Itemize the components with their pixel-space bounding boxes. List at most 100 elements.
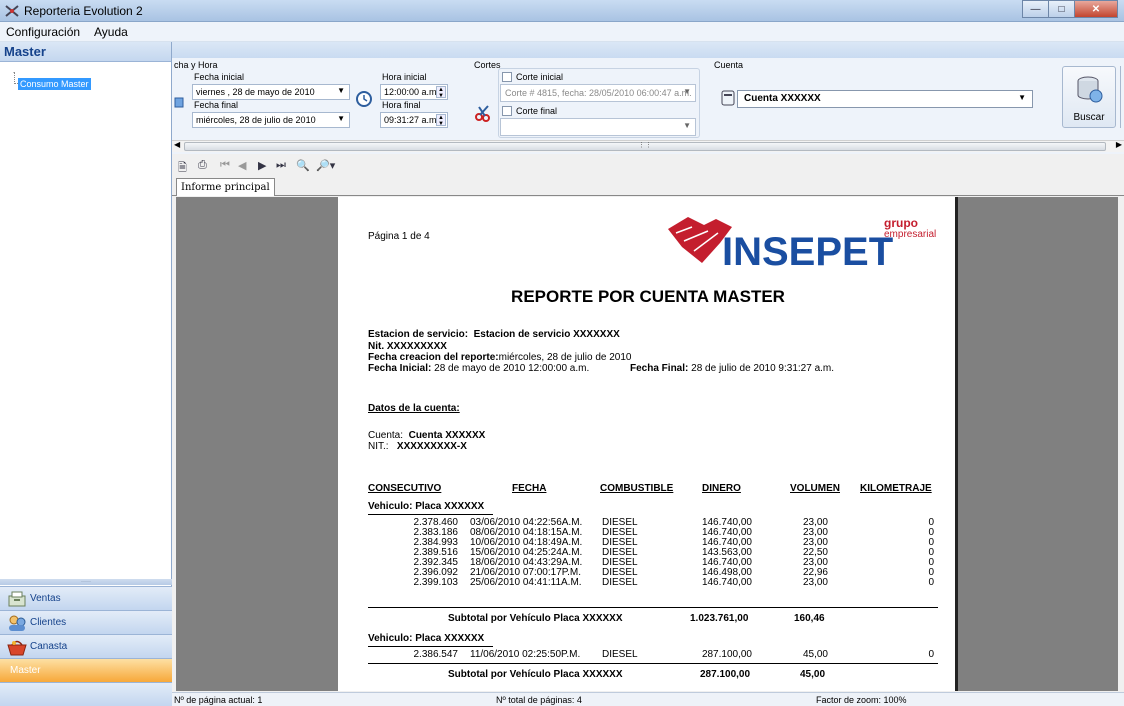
menu-bar: Configuración Ayuda [0, 22, 1124, 42]
basket-icon [7, 640, 27, 656]
chevron-down-icon: ▼ [337, 114, 345, 123]
fecha-creacion-line: Fecha creacion del reporte:miércoles, 28… [368, 352, 632, 363]
hora-inicial-input[interactable]: 12:00:00 a.m. ▲ ▼ [380, 84, 448, 100]
maximize-icon: □ [1058, 3, 1065, 15]
nav-ventas[interactable]: Ventas [0, 586, 172, 610]
scroll-right-icon[interactable]: ▶ [1116, 140, 1122, 149]
menu-ayuda[interactable]: Ayuda [94, 25, 128, 39]
scrollbar-thumb[interactable]: ⋮⋮ [184, 142, 1106, 151]
first-page-icon[interactable]: ⏮ [220, 159, 230, 172]
buscar-button[interactable]: Buscar [1062, 66, 1116, 128]
logo-sub-1: grupo [884, 216, 918, 230]
fecha-inicial-label: Fecha inicial [194, 72, 245, 82]
spinner-icon[interactable]: ▲ ▼ [436, 86, 446, 99]
chevron-down-icon: ▼ [337, 86, 345, 95]
spinner-icon[interactable]: ▲ ▼ [436, 114, 446, 127]
hora-inicial-label: Hora inicial [382, 72, 427, 82]
status-total-paginas: Nº total de páginas: 4 [496, 695, 582, 705]
cell-combustible: DIESEL [602, 577, 638, 588]
pane-header: Master [0, 42, 171, 62]
column-header-consecutivo: CONSECUTIVO [368, 483, 442, 494]
find-icon[interactable]: 🔍 [296, 159, 310, 172]
maximize-button[interactable]: □ [1048, 0, 1075, 18]
toolbar-edge [1120, 66, 1124, 128]
report-page: Página 1 de 4 INSEPET grupo empresarial … [338, 197, 958, 691]
column-header-dinero: DINERO [702, 483, 741, 494]
cell-volumen: 23,00 [802, 577, 828, 588]
scroll-left-icon[interactable]: ◀ [174, 140, 180, 149]
corte-final-select[interactable]: ▼ [500, 118, 696, 136]
nit-cuenta-line: NIT.: XXXXXXXXX-X [368, 441, 467, 452]
database-search-icon [1077, 76, 1103, 103]
subtotal-label: Subtotal por Vehículo Placa XXXXXX [448, 669, 623, 680]
toolbar-horizontal-scrollbar[interactable]: ◀ ⋮⋮ ▶ [172, 140, 1124, 152]
column-header-fecha: FECHA [512, 483, 547, 494]
cell-dinero: 287.100,00 [701, 649, 752, 660]
close-button[interactable]: ✕ [1074, 0, 1118, 18]
last-page-icon[interactable]: ⏭ [276, 159, 286, 172]
status-zoom: Factor de zoom: 100% [816, 695, 907, 705]
corte-final-label: Corte final [516, 106, 558, 116]
nav-canasta[interactable]: Canasta [0, 634, 172, 658]
corte-inicial-checkbox[interactable] [502, 72, 512, 82]
subtotal-dinero: 1.023.761,00 [690, 613, 749, 624]
subtotal-divider [368, 607, 938, 608]
cuenta-line: Cuenta: Cuenta XXXXXX [368, 430, 486, 441]
cuenta-select[interactable]: Cuenta XXXXXX ▼ [737, 90, 1033, 108]
chevron-down-icon: ▼ [683, 121, 691, 130]
fecha-inicial-picker[interactable]: viernes , 28 de mayo de 2010 ▼ [192, 84, 350, 100]
scissors-icon [475, 105, 490, 122]
insepet-logo: INSEPET grupo empresarial [668, 216, 936, 269]
corte-inicial-select[interactable]: Corte # 4815, fecha: 28/05/2010 06:00:47… [500, 84, 696, 102]
subtotal-divider [368, 663, 938, 664]
subtotal-volumen: 160,46 [794, 613, 825, 624]
hora-final-label: Hora final [382, 100, 421, 110]
cell-volumen: 45,00 [802, 649, 828, 660]
fecha-hora-group-title: cha y Hora [174, 60, 218, 70]
nav-footer [0, 682, 172, 706]
viewer-vertical-scrollbar[interactable] [1118, 197, 1124, 691]
datos-cuenta-heading: Datos de la cuenta: [368, 403, 460, 414]
fechas-line: Fecha Inicial: 28 de mayo de 2010 12:00:… [368, 363, 590, 374]
menu-configuracion[interactable]: Configuración [6, 25, 80, 39]
estacion-line: Estacion de servicio: Estacion de servic… [368, 329, 620, 340]
cell-fecha: 11/06/2010 02:25:50P.M. [470, 649, 581, 660]
report-title: REPORTE POR CUENTA MASTER [511, 287, 785, 306]
chevron-down-icon: ▼ [1018, 93, 1026, 102]
corte-final-checkbox[interactable] [502, 106, 512, 116]
clock-icon [356, 91, 372, 107]
subtotal-dinero: 287.100,00 [700, 669, 751, 680]
cell-kilometraje: 0 [928, 577, 934, 588]
minimize-button[interactable]: — [1022, 0, 1049, 18]
cell-kilometraje: 0 [928, 649, 934, 660]
nav-clientes[interactable]: Clientes [0, 610, 172, 634]
left-navigation-pane: Master . Consumo Master ····· Ventas Cli… [0, 42, 172, 706]
cell-consecutivo: 2.386.547 [413, 649, 459, 660]
logo-text: INSEPET [722, 230, 893, 269]
column-header-volumen: VOLUMEN [790, 483, 840, 494]
fecha-final-picker[interactable]: miércoles, 28 de julio de 2010 ▼ [192, 112, 350, 128]
next-page-icon[interactable]: ▶ [258, 159, 266, 172]
nav-splitter-handle[interactable]: ····· [0, 579, 172, 585]
tab-informe-principal[interactable]: Informe principal [176, 178, 275, 196]
tree-item-consumo-master[interactable]: Consumo Master [18, 78, 91, 90]
clients-icon [9, 615, 26, 631]
print-icon[interactable]: ⎙ [198, 159, 207, 172]
filter-panel: cha y Hora Fecha inicial viernes , 28 de… [172, 42, 1124, 154]
column-header-combustible: COMBUSTIBLE [600, 483, 674, 494]
previous-page-icon[interactable]: ◀ [238, 159, 246, 172]
corte-inicial-label: Corte inicial [516, 72, 564, 82]
nav-master[interactable]: Master [0, 658, 172, 682]
sales-icon [8, 591, 26, 607]
chevron-down-icon: ▼ [683, 87, 691, 96]
report-tab-bar: Informe principal [172, 176, 1124, 196]
filter-panel-band [172, 42, 1124, 58]
hora-final-input[interactable]: 09:31:27 a.m. ▲ ▼ [380, 112, 448, 128]
close-icon: ✕ [1091, 3, 1101, 15]
app-icon [5, 5, 19, 17]
vehiculo-underline [368, 514, 493, 515]
cuenta-group-title: Cuenta [714, 60, 744, 70]
report-viewer: Página 1 de 4 INSEPET grupo empresarial … [176, 197, 1118, 691]
zoom-icon[interactable]: 🔎▾ [316, 159, 335, 172]
status-bar: Nº de página actual: 1 Nº total de págin… [172, 692, 1124, 706]
